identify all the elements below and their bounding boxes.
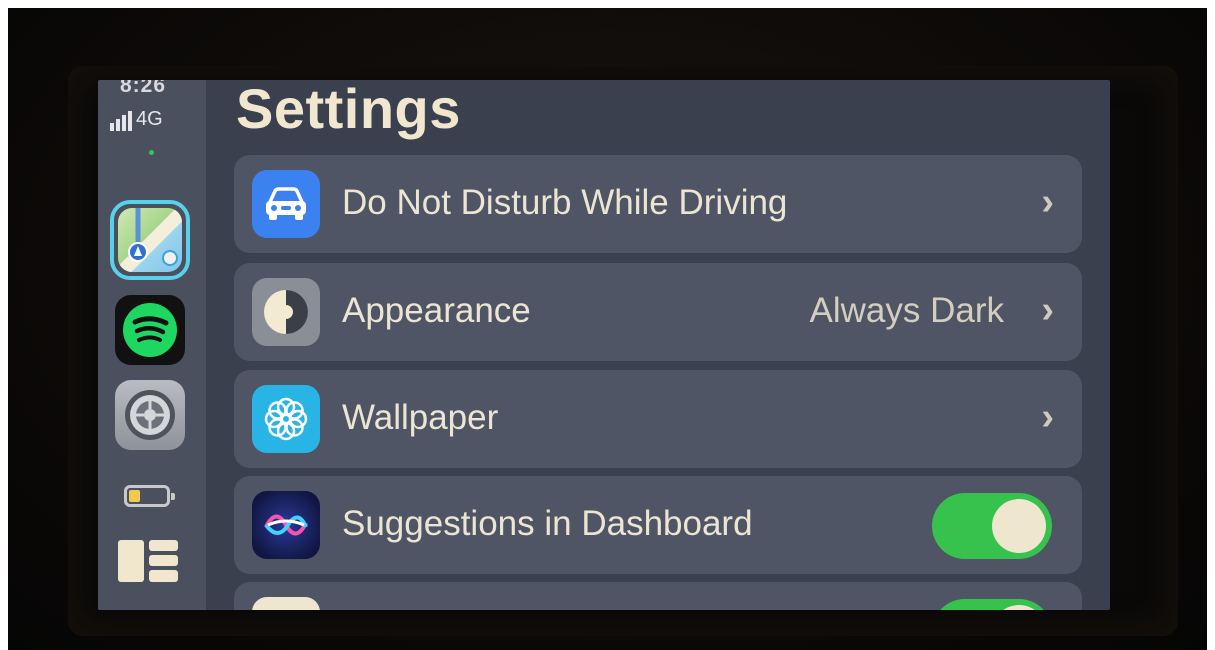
partial-row-icon — [252, 597, 320, 610]
status-time: 8:26 — [120, 80, 167, 97]
maps-icon — [118, 208, 182, 272]
network-type: 4G — [136, 108, 163, 130]
suggestions-toggle[interactable] — [932, 493, 1052, 559]
sidebar-app-settings[interactable] — [115, 380, 185, 450]
settings-row-appearance[interactable]: Appearance Always Dark › — [234, 263, 1082, 361]
settings-row-do-not-disturb[interactable]: Do Not Disturb While Driving › — [234, 155, 1082, 253]
car-icon — [252, 170, 320, 238]
battery-level-fill — [129, 490, 140, 502]
cellular-signal-icon — [110, 109, 132, 131]
chevron-right-icon: › — [1041, 289, 1054, 331]
carplay-sidebar: 8:26 4G — [98, 80, 206, 610]
appearance-value: Always Dark — [809, 291, 1004, 330]
settings-gear-icon — [125, 390, 175, 440]
status-signal: 4G — [110, 108, 163, 131]
settings-row-label: Suggestions in Dashboard — [342, 504, 753, 543]
carplay-screen: 8:26 4G Settings Do Not Disturb While Dr… — [98, 80, 1110, 610]
chevron-right-icon: › — [1041, 181, 1054, 223]
dashboard-grid-icon[interactable] — [118, 540, 178, 582]
spotify-icon — [123, 303, 177, 357]
settings-row-label: Do Not Disturb While Driving — [342, 183, 788, 222]
settings-row-wallpaper[interactable]: Wallpaper › — [234, 370, 1082, 468]
sidebar-app-maps[interactable] — [110, 200, 190, 280]
appearance-icon — [252, 278, 320, 346]
mic-indicator-dot — [149, 150, 154, 155]
settings-row-label: Wallpaper — [342, 398, 499, 437]
siri-icon — [252, 491, 320, 559]
battery-icon — [124, 485, 175, 507]
settings-row-label: Appearance — [342, 291, 531, 330]
settings-row-suggestions-dashboard[interactable]: Suggestions in Dashboard — [234, 476, 1082, 574]
toggle-knob — [992, 499, 1046, 553]
partial-row-toggle[interactable] — [932, 599, 1052, 610]
settings-row-partial[interactable] — [234, 582, 1082, 610]
wallpaper-flower-icon — [252, 385, 320, 453]
page-title: Settings — [236, 80, 461, 140]
toggle-knob — [992, 605, 1046, 610]
sidebar-app-spotify[interactable] — [115, 295, 185, 365]
chevron-right-icon: › — [1041, 396, 1054, 438]
